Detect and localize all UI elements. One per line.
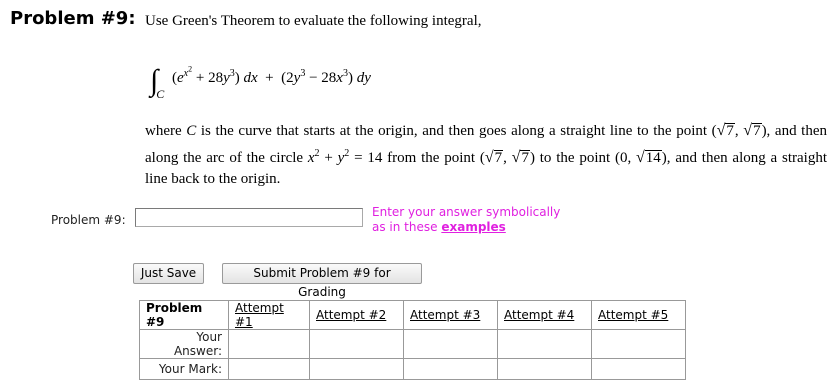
attempt-cell <box>309 358 404 380</box>
problem-description: where C is the curve that starts at the … <box>145 122 828 187</box>
your-mark-row: Your Mark: <box>139 358 686 380</box>
hint-line-2: as in these examples <box>372 220 506 234</box>
attempt-1-header[interactable]: Attempt #1 <box>228 300 310 330</box>
attempts-table-header: Problem #9 <box>139 300 229 330</box>
attempt-cell <box>403 358 498 380</box>
attempt-cell <box>228 358 310 380</box>
attempts-header-row: Problem #9 Attempt #1 Attempt #2 Attempt… <box>139 300 686 330</box>
integral-expression: ∫C (ex2 + 28y3) dx + (2y3 − 28x3) dy <box>150 64 371 101</box>
attempt-3-header[interactable]: Attempt #3 <box>403 300 498 330</box>
attempt-2-header[interactable]: Attempt #2 <box>309 300 404 330</box>
your-mark-label: Your Mark: <box>139 358 229 380</box>
attempt-cell <box>228 329 310 359</box>
attempt-4-header[interactable]: Attempt #4 <box>497 300 592 330</box>
examples-link[interactable]: examples <box>441 220 505 234</box>
attempt-cell <box>497 329 592 359</box>
attempt-cell <box>403 329 498 359</box>
answer-label: Problem #9: <box>51 213 126 227</box>
hint-line-1: Enter your answer symbolically <box>372 205 561 219</box>
problem-intro: Use Green's Theorem to evaluate the foll… <box>145 13 482 29</box>
attempt-cell <box>309 329 404 359</box>
problem-heading: Problem #9: <box>10 8 136 29</box>
attempts-table: Problem #9 Attempt #1 Attempt #2 Attempt… <box>139 300 686 380</box>
attempt-cell <box>497 358 592 380</box>
answer-hint: Enter your answer symbolically as in the… <box>372 205 560 235</box>
attempt-cell <box>591 329 686 359</box>
answer-input[interactable] <box>135 208 363 227</box>
attempt-5-header[interactable]: Attempt #5 <box>591 300 686 330</box>
submit-problem-button[interactable]: Submit Problem #9 for Grading <box>222 263 422 299</box>
your-answer-label: Your Answer: <box>139 329 229 359</box>
attempt-cell <box>591 358 686 380</box>
just-save-button[interactable]: Just Save <box>133 263 204 284</box>
your-answer-row: Your Answer: <box>139 329 686 359</box>
